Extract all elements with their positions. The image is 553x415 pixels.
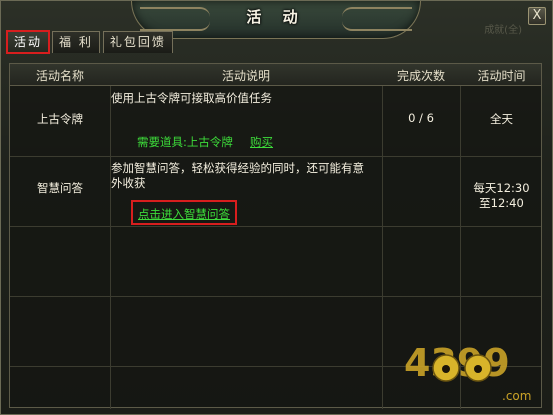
row-completion-count: 0 / 6 — [408, 111, 434, 125]
tab-activity[interactable]: 活动 — [5, 30, 51, 54]
activity-window: 活 动 成就(全) X 活动 福 利 礼包回馈 活动名称 活动说明 完成次数 活… — [0, 0, 553, 415]
row-divider — [10, 156, 541, 157]
row-activity-desc: 使用上古令牌可接取高价值任务 — [111, 91, 272, 105]
close-button[interactable]: X — [528, 7, 546, 25]
row-activity-time-line1: 每天12:30 — [473, 181, 530, 195]
column-divider — [460, 86, 461, 409]
header-activity-time: 活动时间 — [477, 69, 526, 83]
title-banner: 活 动 — [131, 1, 421, 39]
row-activity-name: 上古令牌 — [37, 112, 83, 126]
header-activity-desc: 活动说明 — [221, 69, 270, 83]
column-divider — [110, 86, 111, 409]
required-item-label: 需要道具:上古令牌 — [137, 135, 233, 149]
row-divider — [10, 366, 541, 367]
window-title: 活 动 — [246, 8, 306, 26]
row-activity-desc-line2: 外收获 — [111, 176, 146, 190]
header-activity-name: 活动名称 — [35, 69, 84, 83]
enter-quiz-link[interactable]: 点击进入智慧问答 — [138, 207, 230, 221]
table-header: 活动名称 活动说明 完成次数 活动时间 — [10, 64, 541, 86]
faded-background-text: 成就(全) — [484, 25, 522, 36]
activity-table: 活动名称 活动说明 完成次数 活动时间 上古令牌 使用上古令牌可接取高价值任务 … — [9, 63, 542, 409]
tab-welfare[interactable]: 福 利 — [52, 31, 100, 53]
row-activity-desc-line1: 参加智慧问答，轻松获得经验的同时，还可能有意 — [111, 161, 364, 175]
header-completion-count: 完成次数 — [396, 69, 445, 83]
column-divider — [382, 86, 383, 409]
buy-link[interactable]: 购买 — [250, 134, 273, 150]
row-activity-name: 智慧问答 — [37, 181, 83, 195]
enter-quiz-highlight: 点击进入智慧问答 — [131, 200, 237, 225]
row-divider — [10, 226, 541, 227]
tab-bar: 活动 福 利 礼包回馈 — [5, 30, 173, 54]
row-activity-time: 全天 — [490, 112, 513, 126]
row-divider — [10, 296, 541, 297]
tab-gift-feedback[interactable]: 礼包回馈 — [102, 31, 173, 53]
row-activity-time-line2: 至12:40 — [479, 196, 524, 210]
